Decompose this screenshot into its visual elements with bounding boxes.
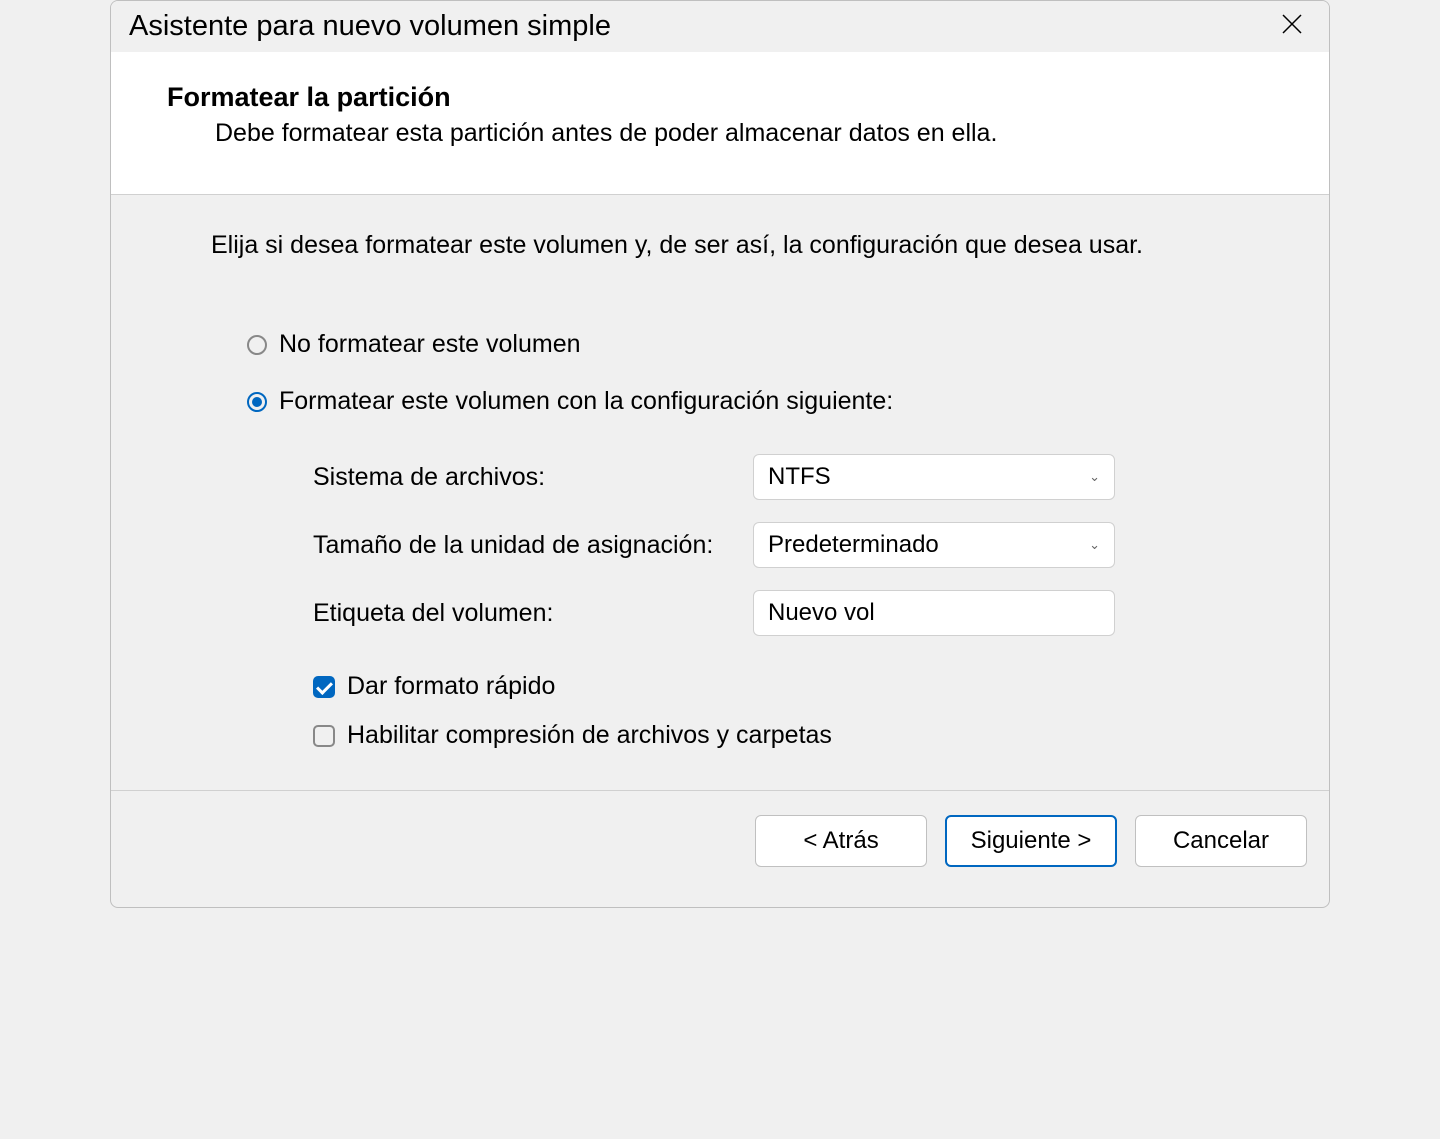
window-title: Asistente para nuevo volumen simple (129, 10, 611, 43)
format-radio-group: No formatear este volumen Formatear este… (211, 330, 1289, 750)
compression-label: Habilitar compresión de archivos y carpe… (347, 721, 832, 750)
volume-label-label: Etiqueta del volumen: (313, 599, 753, 628)
format-options: Sistema de archivos: NTFS ⌄ Tamaño de la… (247, 454, 1289, 636)
content-area: Elija si desea formatear este volumen y,… (111, 195, 1329, 790)
chevron-down-icon: ⌄ (1089, 469, 1100, 485)
radio-format-row[interactable]: Formatear este volumen con la configurac… (247, 387, 1289, 416)
next-button[interactable]: Siguiente > (945, 815, 1117, 867)
page-title: Formatear la partición (167, 82, 1301, 113)
volume-label-value: Nuevo vol (768, 599, 875, 627)
radio-icon (247, 392, 267, 412)
radio-icon (247, 335, 267, 355)
page-subtitle: Debe formatear esta partición antes de p… (167, 119, 1301, 148)
radio-no-format-label: No formatear este volumen (279, 330, 581, 359)
filesystem-row: Sistema de archivos: NTFS ⌄ (313, 454, 1289, 500)
allocation-dropdown[interactable]: Predeterminado ⌄ (753, 522, 1115, 568)
quick-format-label: Dar formato rápido (347, 672, 555, 701)
back-button[interactable]: < Atrás (755, 815, 927, 867)
checkbox-group: Dar formato rápido Habilitar compresión … (247, 672, 1289, 750)
filesystem-dropdown[interactable]: NTFS ⌄ (753, 454, 1115, 500)
allocation-value: Predeterminado (768, 531, 939, 559)
radio-no-format-row[interactable]: No formatear este volumen (247, 330, 1289, 359)
instruction-text: Elija si desea formatear este volumen y,… (211, 231, 1289, 260)
footer: < Atrás Siguiente > Cancelar (111, 790, 1329, 907)
checkbox-icon (313, 676, 335, 698)
quick-format-row[interactable]: Dar formato rápido (313, 672, 1289, 701)
titlebar: Asistente para nuevo volumen simple (111, 1, 1329, 52)
compression-row[interactable]: Habilitar compresión de archivos y carpe… (313, 721, 1289, 750)
allocation-label: Tamaño de la unidad de asignación: (313, 531, 753, 560)
checkbox-icon (313, 725, 335, 747)
header-panel: Formatear la partición Debe formatear es… (111, 52, 1329, 195)
cancel-button[interactable]: Cancelar (1135, 815, 1307, 867)
filesystem-label: Sistema de archivos: (313, 463, 753, 492)
close-icon[interactable] (1273, 9, 1311, 44)
allocation-row: Tamaño de la unidad de asignación: Prede… (313, 522, 1289, 568)
chevron-down-icon: ⌄ (1089, 537, 1100, 553)
wizard-window: Asistente para nuevo volumen simple Form… (110, 0, 1330, 908)
filesystem-value: NTFS (768, 463, 831, 491)
volume-label-row: Etiqueta del volumen: Nuevo vol (313, 590, 1289, 636)
volume-label-input[interactable]: Nuevo vol (753, 590, 1115, 636)
radio-format-label: Formatear este volumen con la configurac… (279, 387, 893, 416)
